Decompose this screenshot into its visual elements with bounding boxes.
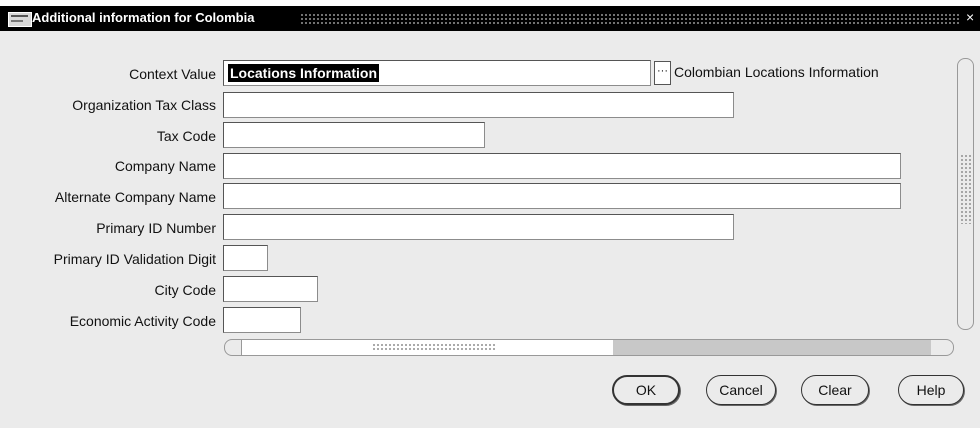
window-title: Additional information for Colombia <box>32 10 255 25</box>
context-value-field[interactable]: Locations Information <box>223 60 651 86</box>
help-button[interactable]: Help <box>898 375 964 405</box>
app-menu-icon[interactable] <box>8 12 32 27</box>
ok-button[interactable]: OK <box>612 375 680 405</box>
title-bar-grip <box>300 13 960 24</box>
organization-tax-class-field[interactable] <box>223 92 734 118</box>
alternate-company-name-field[interactable] <box>223 183 901 209</box>
horizontal-scrollbar[interactable] <box>224 339 954 356</box>
title-bar[interactable]: Additional information for Colombia × <box>0 6 980 31</box>
primary-id-validation-digit-field[interactable] <box>223 245 268 271</box>
primary-id-number-label: Primary ID Number <box>96 220 216 236</box>
tax-code-label: Tax Code <box>156 128 216 144</box>
primary-id-validation-digit-label: Primary ID Validation Digit <box>53 251 216 267</box>
ellipsis-icon[interactable]: ··· <box>654 61 671 85</box>
context-value-label: Context Value <box>129 66 216 82</box>
clear-button[interactable]: Clear <box>801 375 869 405</box>
vertical-scrollbar[interactable] <box>957 58 974 330</box>
company-name-field[interactable] <box>223 153 901 179</box>
city-code-label: City Code <box>154 282 216 298</box>
cancel-button[interactable]: Cancel <box>706 375 776 405</box>
context-value-text: Locations Information <box>228 64 379 82</box>
company-name-label: Company Name <box>114 158 216 174</box>
economic-activity-code-field[interactable] <box>223 307 301 333</box>
horizontal-scroll-track[interactable] <box>613 340 931 355</box>
horizontal-scroll-thumb[interactable] <box>241 340 615 355</box>
primary-id-number-field[interactable] <box>223 214 734 240</box>
scroll-grip <box>372 343 497 352</box>
tax-code-field[interactable] <box>223 122 485 148</box>
close-icon[interactable]: × <box>966 9 974 25</box>
alternate-company-name-label: Alternate Company Name <box>54 189 216 205</box>
vertical-scroll-grip[interactable] <box>960 154 971 224</box>
city-code-field[interactable] <box>223 276 318 302</box>
economic-activity-code-label: Economic Activity Code <box>69 313 216 329</box>
organization-tax-class-label: Organization Tax Class <box>72 97 216 113</box>
context-description: Colombian Locations Information <box>674 64 879 80</box>
